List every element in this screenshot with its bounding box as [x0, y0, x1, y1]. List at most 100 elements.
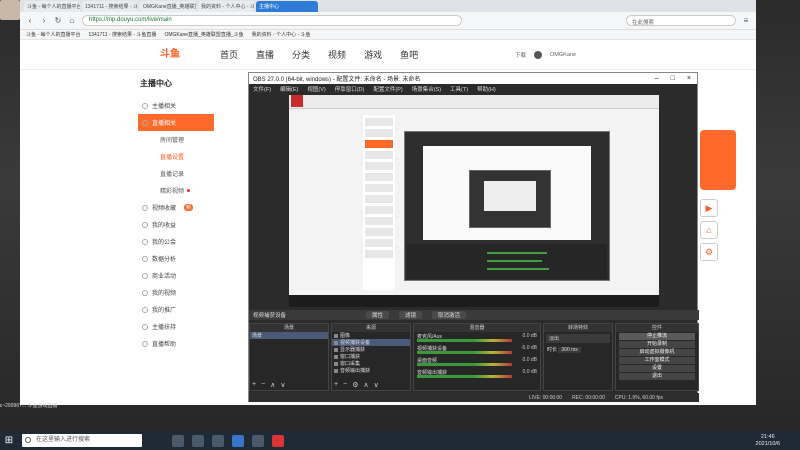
avatar[interactable]: [534, 50, 543, 59]
bookmark-item[interactable]: 斗鱼 - 每个人的直播平台: [26, 31, 80, 38]
task-view-icon[interactable]: [172, 434, 184, 447]
bookmark-item[interactable]: 1341711 - 搜索结果 - 斗鱼直播: [88, 31, 156, 38]
store-icon[interactable]: [212, 434, 224, 447]
explorer-icon[interactable]: [192, 434, 204, 447]
obs-icon[interactable]: [252, 434, 264, 447]
sidebar-item-guild[interactable]: 我的公会: [138, 233, 214, 250]
notification-dot: [187, 189, 191, 192]
tab-my-profile[interactable]: 我的资料 - 个人中心 - 斗鱼: [198, 1, 254, 12]
menu-view[interactable]: 视图(V): [307, 85, 325, 93]
sidebar-item-income[interactable]: 我的收益: [138, 216, 214, 233]
username[interactable]: OMGKane: [550, 52, 576, 58]
browser-icon[interactable]: [232, 434, 244, 447]
exit-button[interactable]: 退出: [619, 373, 695, 380]
forward-icon[interactable]: ›: [40, 16, 48, 25]
maximize-icon[interactable]: □: [671, 75, 675, 82]
sidebar-item-help[interactable]: 直播帮助: [138, 335, 214, 352]
url-input[interactable]: https://mp.douyu.com/live/main: [82, 15, 462, 26]
bookmark-item[interactable]: 我的资料 - 个人中心 - 斗鱼: [252, 31, 311, 38]
tab-douyu-home[interactable]: 斗鱼 - 每个人的直播平台: [24, 1, 80, 12]
home-icon[interactable]: ⌂: [68, 16, 76, 25]
transition-select[interactable]: 淡出: [546, 334, 610, 343]
up-icon[interactable]: ∧: [270, 381, 275, 389]
menu-tools[interactable]: 工具(T): [450, 85, 468, 93]
douyu-logo[interactable]: 斗鱼: [160, 45, 200, 65]
nav-live[interactable]: 直播: [256, 48, 274, 61]
mixer-row[interactable]: 麦克风/Aux 0.0 dB: [414, 332, 540, 344]
sidebar-item-business[interactable]: 商业活动: [138, 267, 214, 284]
start-recording-button[interactable]: 开始录制: [619, 341, 695, 348]
mixer-row[interactable]: 桌面音频 0.0 dB: [414, 356, 540, 368]
add-icon[interactable]: +: [334, 381, 338, 389]
source-item[interactable]: 视频捕获设备: [332, 339, 410, 346]
sidebar-item-support[interactable]: 主播扶持: [138, 318, 214, 335]
menu-scene-collection[interactable]: 场景集合(S): [412, 85, 441, 93]
menu-icon[interactable]: ≡: [742, 16, 750, 25]
sidebar-item-my-video[interactable]: 我的视频: [138, 284, 214, 301]
close-icon[interactable]: ×: [687, 75, 691, 82]
stop-streaming-button[interactable]: 停止推流: [619, 333, 695, 340]
play-icon[interactable]: ▶: [700, 199, 718, 217]
scene-item[interactable]: 场景: [250, 332, 328, 339]
duration-input[interactable]: 300 ms: [558, 347, 581, 353]
promo-banner[interactable]: [700, 130, 736, 190]
menu-edit[interactable]: 编辑(E): [280, 85, 298, 93]
menu-docks[interactable]: 停靠窗口(D): [335, 85, 365, 93]
nav-fishbar[interactable]: 鱼吧: [400, 48, 418, 61]
gear-icon[interactable]: ⚙: [352, 381, 358, 389]
up-icon[interactable]: ∧: [363, 381, 368, 389]
anchor-sidebar: 主播中心 主播相关 直播相关 房间管理 直播设置 直播记录 精彩视频 视频收藏新…: [138, 72, 214, 392]
sidebar-item-data[interactable]: 数据分析: [138, 250, 214, 267]
studio-mode-button[interactable]: 工作室模式: [619, 357, 695, 364]
minimize-icon[interactable]: –: [655, 75, 659, 82]
source-item[interactable]: 窗口采集: [332, 360, 410, 367]
tab-anchor-center[interactable]: 主播中心: [256, 1, 318, 12]
nav-category[interactable]: 分类: [292, 48, 310, 61]
properties-button[interactable]: 属性: [366, 311, 390, 319]
refresh-icon[interactable]: ↻: [54, 16, 62, 25]
remove-icon[interactable]: −: [343, 381, 347, 389]
sidebar-sub-settings[interactable]: 直播设置: [138, 148, 214, 165]
source-item[interactable]: 音频输出捕获: [332, 367, 410, 374]
obs-preview[interactable]: [289, 95, 659, 307]
sidebar-item-anchor[interactable]: 主播相关: [138, 97, 214, 114]
settings-icon[interactable]: ⚙: [700, 243, 718, 261]
tab-omgkane[interactable]: OMGKane直播_英雄联盟直播_斗鱼: [140, 1, 196, 12]
sidebar-sub-records[interactable]: 直播记录: [138, 165, 214, 182]
sidebar-item-promo[interactable]: 我的推广: [138, 301, 214, 318]
down-icon[interactable]: ∨: [280, 381, 285, 389]
browser-search-input[interactable]: 在此搜索: [626, 15, 736, 26]
menu-profile[interactable]: 配置文件(P): [373, 85, 402, 93]
sidebar-sub-room[interactable]: 房间管理: [138, 131, 214, 148]
download-link[interactable]: 下载: [515, 51, 526, 59]
add-icon[interactable]: +: [252, 381, 256, 389]
mixer-row[interactable]: 视频捕获设备 -5.0 dB: [414, 344, 540, 356]
tab-search-results[interactable]: 1341711 - 搜索结果 - 斗鱼直播: [82, 1, 138, 12]
filters-button[interactable]: 滤镜: [399, 311, 423, 319]
home-icon[interactable]: ⌂: [700, 221, 718, 239]
bookmark-item[interactable]: OMGKane直播_英雄联盟直播_斗鱼: [164, 31, 243, 38]
sidebar-item-live[interactable]: 直播相关: [138, 114, 214, 131]
source-item[interactable]: 显示器捕获: [332, 346, 410, 353]
nav-games[interactable]: 游戏: [364, 48, 382, 61]
windows-start-icon[interactable]: ⊞: [0, 431, 18, 450]
virtual-camera-button[interactable]: 启动虚拟摄像机: [619, 349, 695, 356]
settings-button[interactable]: 设置: [619, 365, 695, 372]
remove-icon[interactable]: −: [261, 381, 265, 389]
deactivate-button[interactable]: 取消激活: [432, 311, 467, 319]
nav-home[interactable]: 首页: [220, 48, 238, 61]
menu-file[interactable]: 文件(F): [253, 85, 271, 93]
netease-icon[interactable]: [272, 434, 284, 447]
sidebar-sub-highlights[interactable]: 精彩视频: [138, 182, 214, 199]
nav-video[interactable]: 视频: [328, 48, 346, 61]
down-icon[interactable]: ∨: [374, 381, 379, 389]
taskbar-clock[interactable]: 21:46 2021/10/6: [756, 434, 800, 448]
source-item[interactable]: 图像: [332, 332, 410, 339]
cpu-fps: CPU: 1.9%, 60.00 fps: [614, 394, 663, 401]
sidebar-item-video-collect[interactable]: 视频收藏新: [138, 199, 214, 216]
menu-help[interactable]: 帮助(H): [477, 85, 496, 93]
mixer-row[interactable]: 音频输出捕获 0.0 dB: [414, 368, 540, 380]
back-icon[interactable]: ‹: [26, 16, 34, 25]
source-item[interactable]: 窗口捕获: [332, 353, 410, 360]
taskbar-search-input[interactable]: 在这里输入进行搜索: [22, 434, 142, 447]
